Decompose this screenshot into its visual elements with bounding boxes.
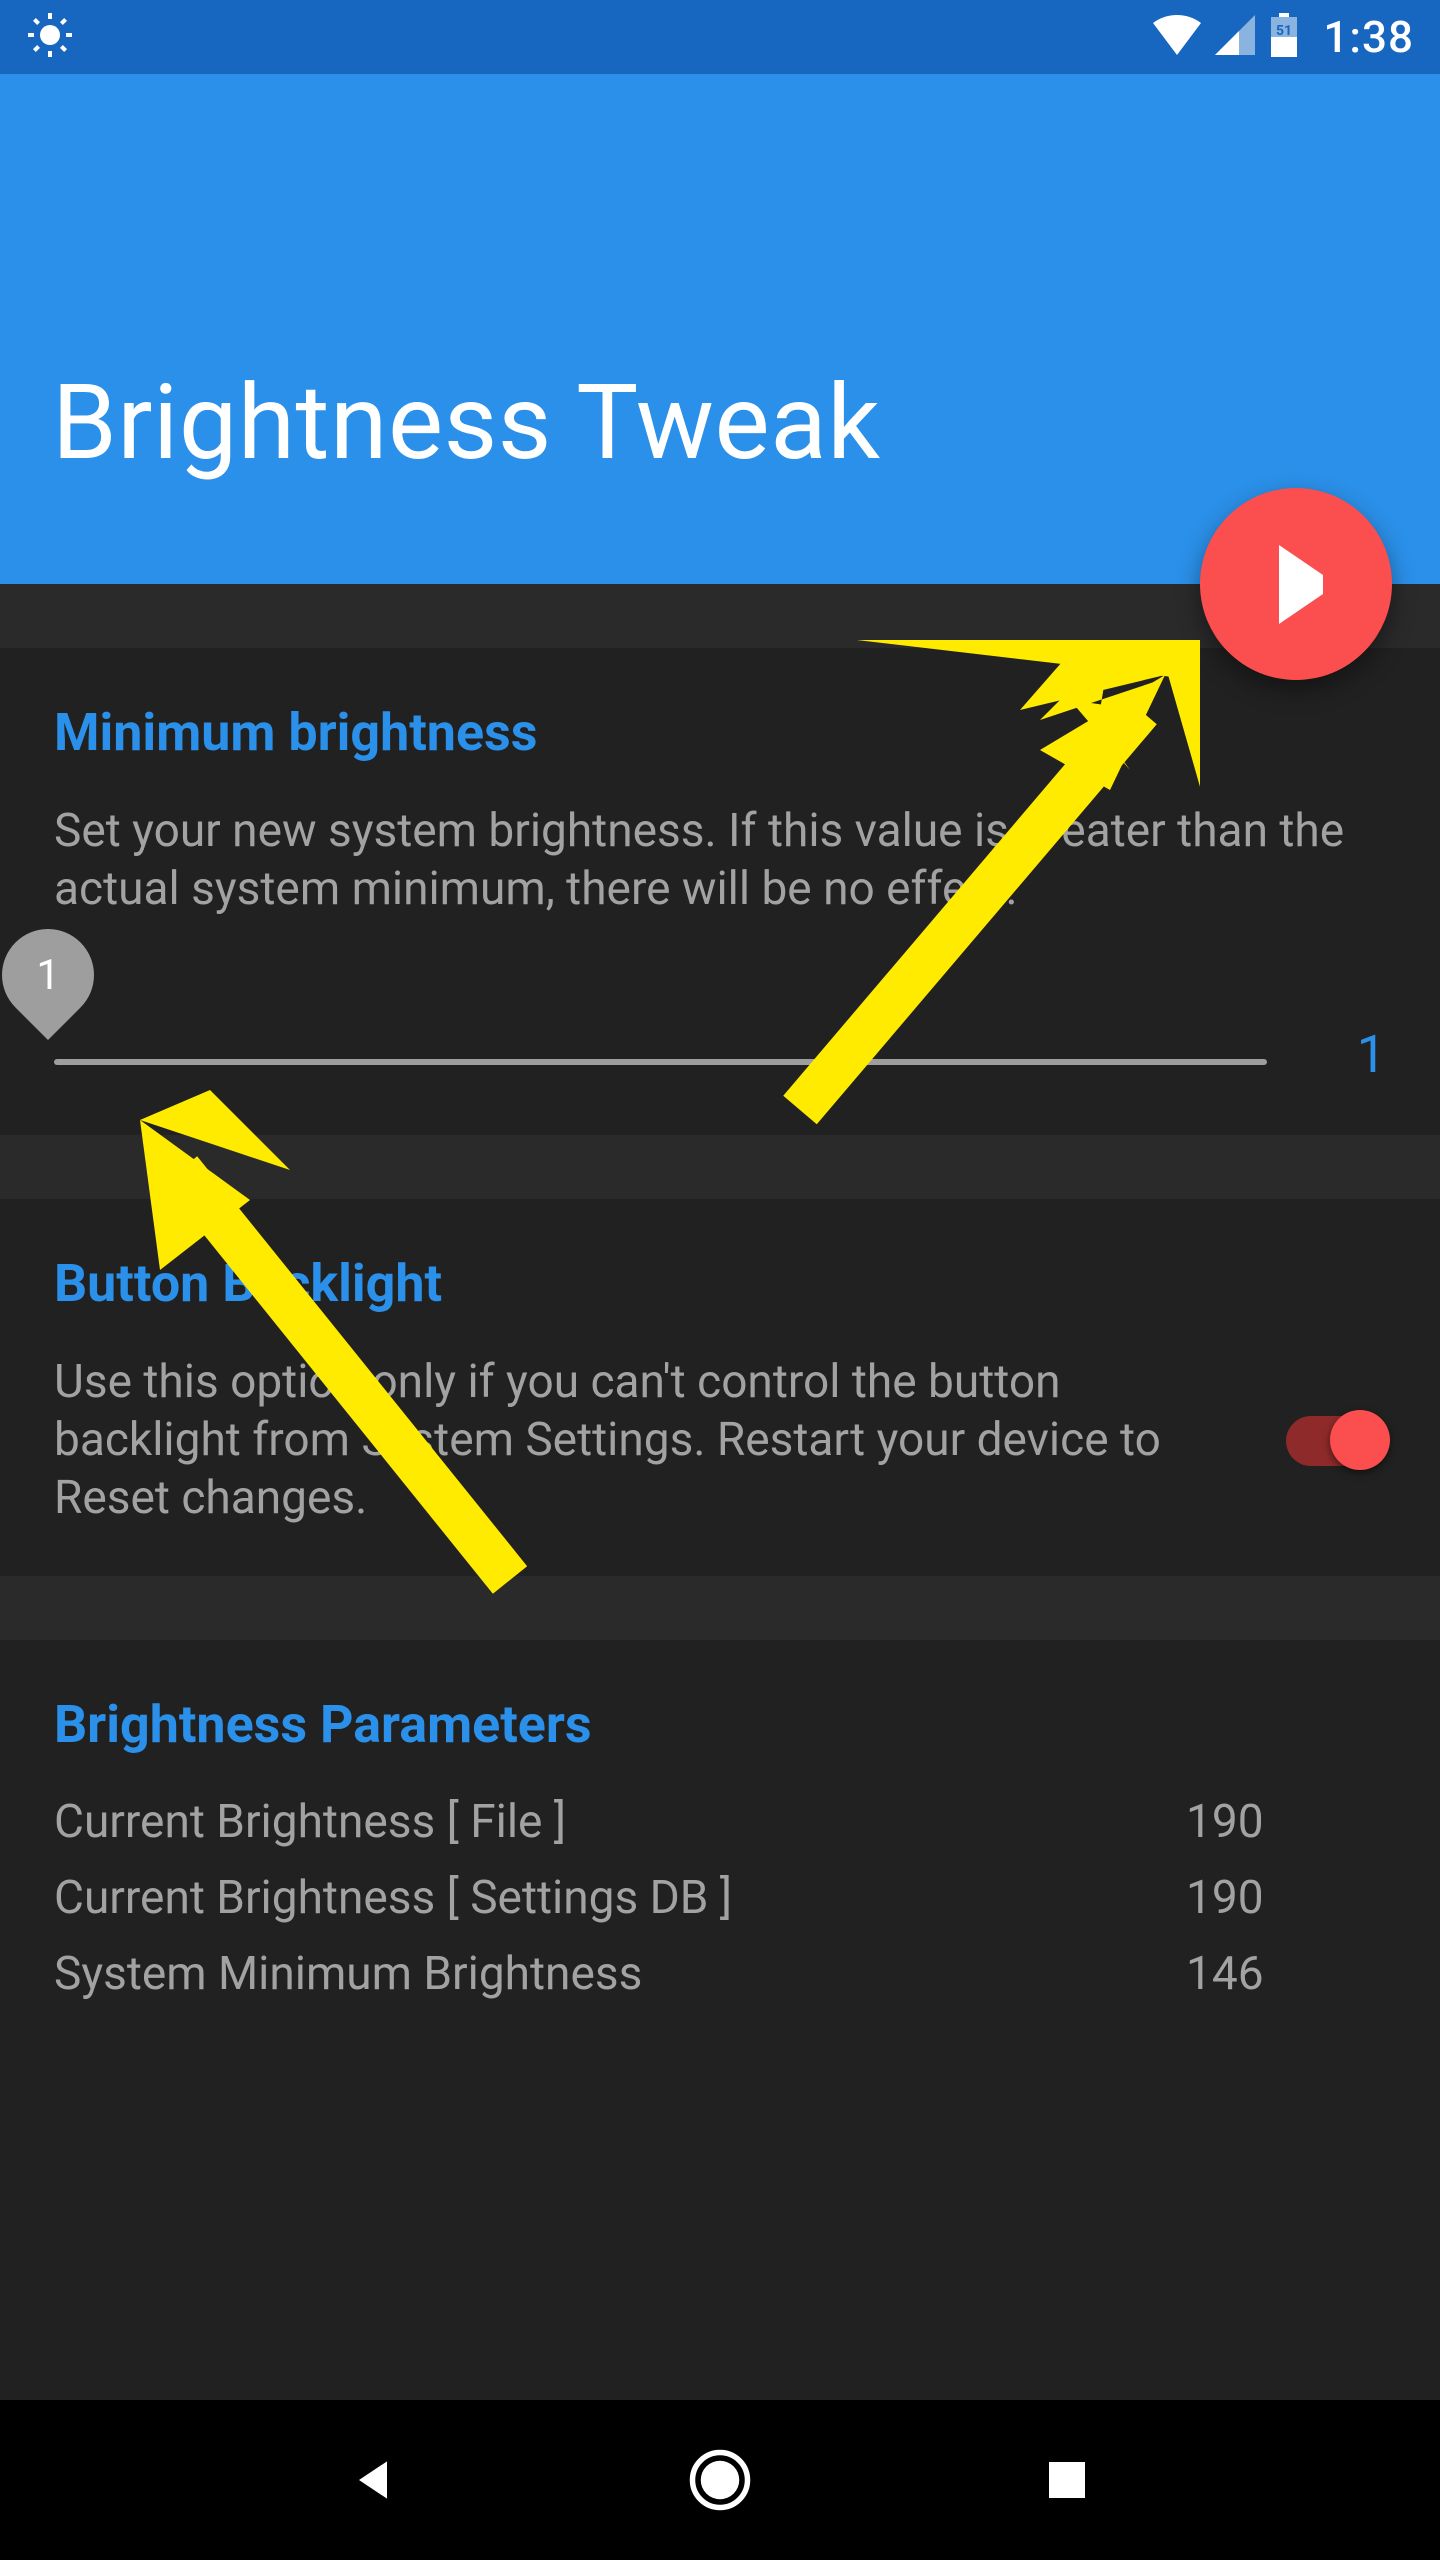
home-button[interactable]	[680, 2440, 760, 2520]
slider-pin-label: 1	[36, 950, 60, 999]
back-button[interactable]	[333, 2440, 413, 2520]
card-brightness-params: Brightness Parameters Current Brightness…	[0, 1640, 1440, 2400]
battery-icon: 51	[1269, 13, 1299, 61]
min-brightness-description: Set your new system brightness. If this …	[54, 803, 1386, 919]
status-clock: 1:38	[1323, 11, 1414, 63]
button-backlight-title: Button Backlight	[54, 1253, 1386, 1314]
card-min-brightness: Minimum brightness Set your new system b…	[0, 648, 1440, 1135]
play-fab[interactable]	[1200, 488, 1392, 680]
param-value: 190	[1186, 1795, 1386, 1849]
android-navbar	[0, 2400, 1440, 2560]
param-value: 190	[1186, 1871, 1386, 1925]
button-backlight-toggle[interactable]	[1286, 1416, 1386, 1466]
params-title: Brightness Parameters	[54, 1694, 1386, 1755]
slider-value-label: 1	[1357, 1024, 1386, 1085]
button-backlight-description: Use this option only if you can't contro…	[54, 1354, 1286, 1528]
param-label: System Minimum Brightness	[54, 1947, 1186, 2001]
param-label: Current Brightness [ File ]	[54, 1795, 1186, 1849]
toggle-knob	[1330, 1410, 1390, 1470]
recents-button[interactable]	[1027, 2440, 1107, 2520]
card-button-backlight: Button Backlight Use this option only if…	[0, 1199, 1440, 1576]
brightness-icon	[26, 11, 74, 63]
status-bar: 51 1:38	[0, 0, 1440, 74]
param-label: Current Brightness [ Settings DB ]	[54, 1871, 1186, 1925]
app-header: Brightness Tweak	[0, 74, 1440, 584]
svg-text:51: 51	[1276, 23, 1292, 39]
param-value: 146	[1186, 1947, 1386, 2001]
param-row: Current Brightness [ Settings DB ] 190	[54, 1871, 1386, 1925]
brightness-slider[interactable]: 1	[54, 959, 1267, 1065]
param-row: Current Brightness [ File ] 190	[54, 1795, 1386, 1849]
page-title: Brightness Tweak	[52, 363, 880, 484]
wifi-icon	[1153, 15, 1201, 59]
param-row: System Minimum Brightness 146	[54, 1947, 1386, 2001]
min-brightness-title: Minimum brightness	[54, 702, 1386, 763]
play-icon	[1269, 575, 1323, 594]
main-content: Minimum brightness Set your new system b…	[0, 584, 1440, 2400]
cell-signal-icon	[1215, 15, 1255, 59]
